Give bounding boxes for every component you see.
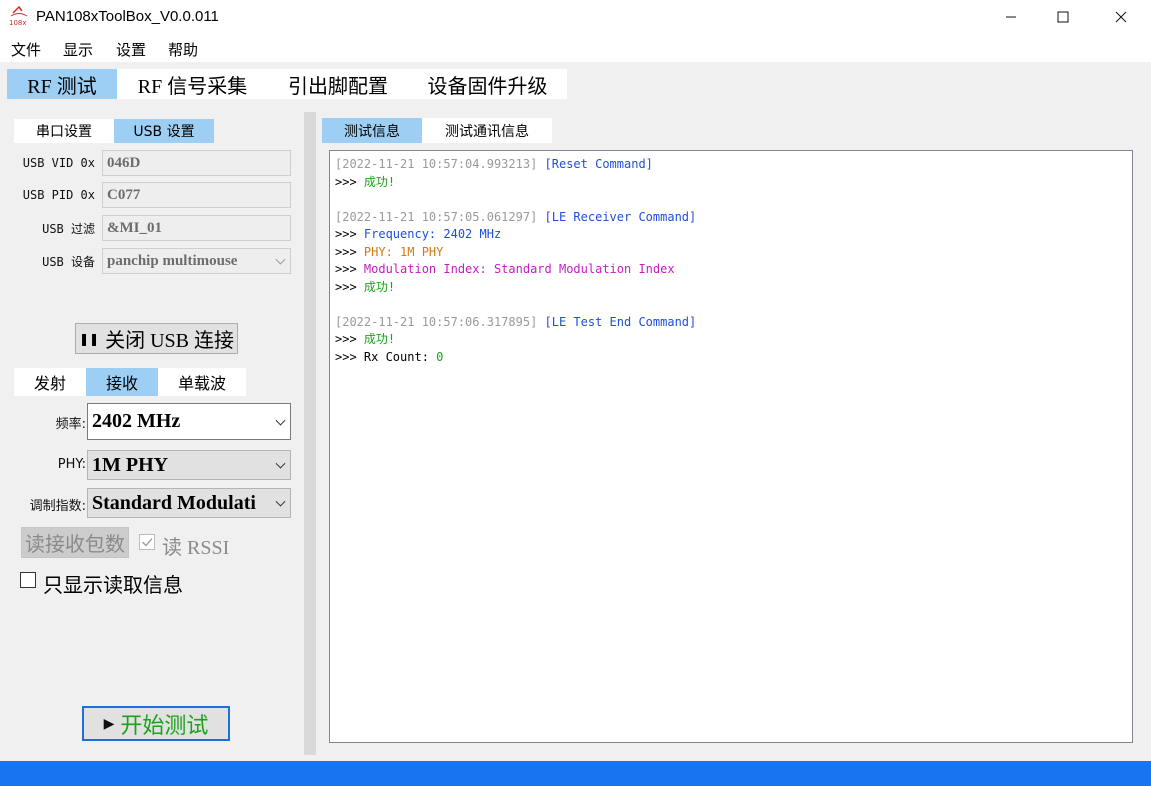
play-icon: ▶	[103, 715, 115, 732]
tab-usb-settings[interactable]: USB 设置	[114, 119, 214, 143]
close-button[interactable]	[1098, 0, 1144, 34]
read-rssi-label: 读 RSSI	[162, 537, 230, 559]
log-entry-header: [2022-11-21 10:57:04.993213] [Reset Comm…	[335, 157, 653, 171]
close-usb-button[interactable]: ❚❚ 关闭 USB 连接	[75, 323, 238, 354]
menu-view[interactable]: 显示	[63, 39, 93, 60]
tab-transmit[interactable]: 发射	[14, 368, 86, 396]
tab-firmware-upgrade[interactable]: 设备固件升级	[408, 69, 567, 99]
frequency-value: 2402 MHz	[92, 410, 181, 432]
checkmark-icon	[142, 538, 153, 547]
usb-device-select[interactable]: panchip multimouse	[102, 248, 291, 274]
read-rx-count-button[interactable]: 读接收包数	[21, 527, 129, 558]
start-test-button[interactable]: ▶ 开始测试	[82, 706, 230, 741]
maximize-icon	[1057, 11, 1069, 23]
log-line: >>> 成功!	[335, 174, 396, 189]
status-bar	[0, 761, 1151, 786]
minimize-icon	[1006, 16, 1016, 18]
menu-help[interactable]: 帮助	[168, 39, 198, 60]
maximize-button[interactable]	[1040, 0, 1086, 34]
log-line: >>> 成功!	[335, 332, 396, 346]
usb-vid-label: USB VID 0x	[22, 156, 95, 170]
usb-filter-label: USB 过滤	[42, 222, 95, 236]
tab-serial-settings[interactable]: 串口设置	[14, 119, 114, 143]
chevron-down-icon	[275, 415, 286, 426]
tab-receive[interactable]: 接收	[86, 368, 158, 396]
log-line: >>> Rx Count: 0	[335, 349, 444, 364]
close-icon	[1115, 11, 1127, 23]
frequency-label: 频率:	[55, 417, 86, 432]
tab-comm-info[interactable]: 测试通讯信息	[422, 118, 552, 143]
log-line: >>> Modulation Index: Standard Modulatio…	[335, 262, 675, 276]
panel-splitter[interactable]	[304, 112, 316, 755]
log-line: >>> Frequency: 2402 MHz	[335, 227, 502, 241]
usb-device-value: panchip multimouse	[107, 252, 238, 269]
phy-select[interactable]: 1M PHY	[87, 450, 291, 480]
menu-settings[interactable]: 设置	[116, 39, 146, 60]
modulation-index-select[interactable]: Standard Modulati	[87, 488, 291, 518]
tab-rf-capture[interactable]: RF 信号采集	[117, 69, 268, 99]
phy-label: PHY:	[57, 457, 86, 472]
modulation-index-value: Standard Modulati	[92, 491, 256, 514]
usb-pid-input[interactable]: C077	[102, 182, 291, 208]
log-entry-header: [2022-11-21 10:57:06.317895] [LE Test En…	[335, 314, 697, 329]
chevron-down-icon	[275, 496, 286, 507]
only-read-checkbox[interactable]	[20, 572, 36, 588]
usb-vid-input[interactable]: 046D	[102, 150, 291, 176]
chevron-down-icon	[275, 458, 286, 469]
tab-test-info[interactable]: 测试信息	[322, 118, 422, 143]
modulation-index-label: 调制指数:	[29, 499, 86, 514]
app-logo-icon: 108x	[9, 5, 29, 27]
read-rssi-checkbox[interactable]	[139, 534, 155, 550]
logo-text: 108x	[9, 19, 27, 27]
menu-file[interactable]: 文件	[11, 39, 41, 60]
close-usb-label: 关闭 USB 连接	[105, 330, 234, 352]
log-line: >>> PHY: 1M PHY	[335, 244, 444, 259]
start-test-label: 开始测试	[120, 712, 209, 738]
usb-pid-label: USB PID 0x	[22, 188, 95, 202]
log-line: >>> 成功!	[335, 279, 396, 294]
minimize-button[interactable]	[988, 0, 1034, 34]
menu-bar: 文件 显示 设置 帮助	[0, 34, 1151, 62]
usb-filter-input[interactable]: &MI_01	[102, 215, 291, 241]
tab-single-carrier[interactable]: 单载波	[158, 368, 246, 396]
only-read-label: 只显示读取信息	[43, 575, 183, 597]
tab-rf-test[interactable]: RF 测试	[7, 69, 117, 99]
usb-device-label: USB 设备	[42, 255, 95, 269]
chevron-down-icon	[275, 254, 286, 265]
test-log-output[interactable]: [2022-11-21 10:57:04.993213] [Reset Comm…	[329, 150, 1133, 743]
phy-value: 1M PHY	[92, 453, 169, 476]
pause-icon: ❚❚	[78, 331, 100, 346]
tab-pin-config[interactable]: 引出脚配置	[268, 69, 408, 99]
frequency-select[interactable]: 2402 MHz	[87, 403, 291, 440]
log-entry-header: [2022-11-21 10:57:05.061297] [LE Receive…	[335, 209, 697, 224]
window-title: PAN108xToolBox_V0.0.011	[36, 8, 219, 25]
